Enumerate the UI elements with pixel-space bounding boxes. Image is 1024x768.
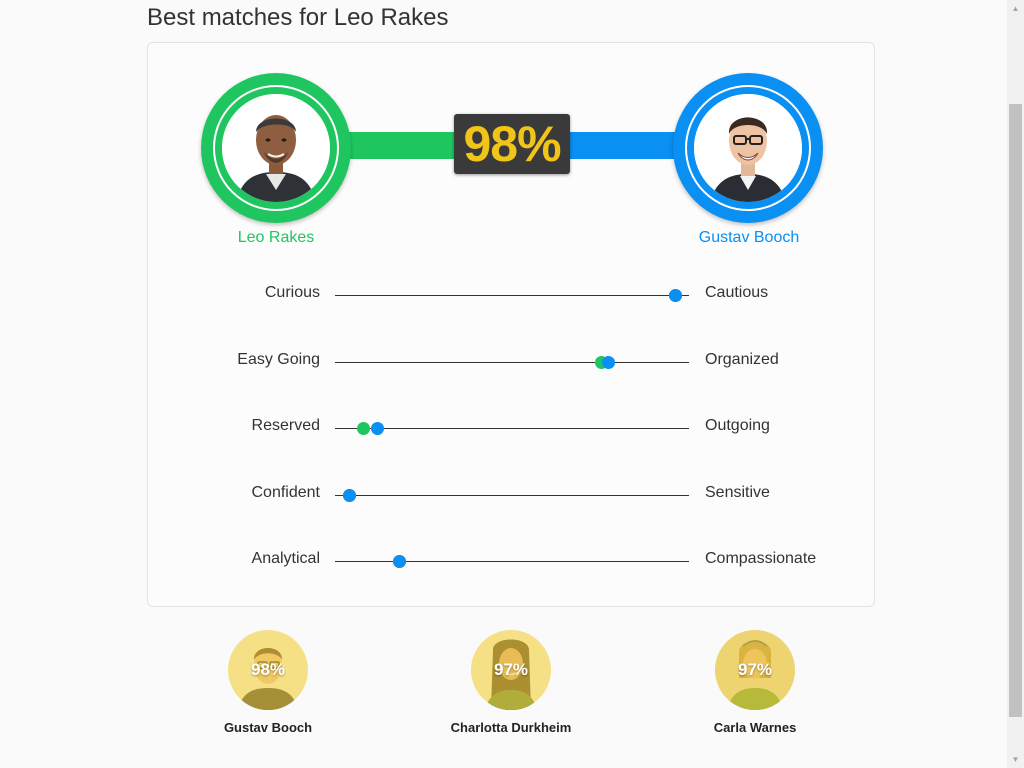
page-title: Best matches for Leo Rakes (147, 4, 449, 31)
trait-track (335, 289, 689, 302)
trait-row: Curious Cautious (0, 283, 1024, 313)
primary-trait-dot (357, 422, 371, 435)
primary-avatar[interactable] (201, 73, 351, 223)
match-list-name[interactable]: Gustav Booch (178, 720, 358, 735)
match-list-percent: 97% (493, 660, 529, 679)
trait-right-label: Organized (705, 351, 779, 368)
trait-left-label: Reserved (251, 417, 320, 434)
match-list-name[interactable]: Carla Warnes (665, 720, 845, 735)
trait-row: Reserved Outgoing (0, 416, 1024, 446)
match-list-item[interactable]: 97% Carla Warnes (665, 630, 845, 735)
match-list-item[interactable]: 97% Charlotta Durkheim (421, 630, 601, 735)
trait-right-label: Compassionate (705, 550, 817, 567)
match-name[interactable]: Gustav Booch (649, 229, 849, 247)
match-trait-dot (392, 555, 406, 568)
match-list-name[interactable]: Charlotta Durkheim (421, 720, 601, 735)
trait-right-label: Cautious (705, 284, 769, 301)
match-thumbnail[interactable]: 98% (228, 630, 308, 710)
primary-avatar-photo (222, 94, 330, 202)
trait-track (335, 555, 689, 568)
trait-row: Confident Sensitive (0, 483, 1024, 513)
match-list-percent: 97% (737, 660, 773, 679)
trait-row: Easy Going Organized (0, 350, 1024, 380)
match-list-percent: 98% (250, 660, 286, 679)
match-thumbnail[interactable]: 97% (715, 630, 795, 710)
trait-track (335, 356, 689, 369)
trait-left-label: Confident (251, 484, 321, 501)
match-avatar-photo (694, 94, 802, 202)
scrollbar-thumb[interactable] (1009, 104, 1022, 717)
triangle-down-icon[interactable]: ▼ (1007, 751, 1024, 768)
match-trait-dot (371, 422, 385, 435)
trait-row: Analytical Compassionate (0, 549, 1024, 579)
triangle-up-icon[interactable]: ▲ (1007, 0, 1024, 17)
trait-left-label: Easy Going (237, 351, 320, 368)
match-percent-badge: 98% (454, 114, 570, 174)
trait-right-label: Sensitive (705, 484, 770, 501)
trait-left-label: Curious (264, 284, 320, 301)
match-trait-dot (668, 289, 682, 302)
match-list-item[interactable]: 98% Gustav Booch (178, 630, 358, 735)
match-trait-dot (601, 356, 615, 369)
page-scrollbar[interactable]: ▲ ▼ (1007, 0, 1024, 768)
match-thumbnail[interactable]: 97% (471, 630, 551, 710)
match-trait-dot (343, 489, 357, 502)
primary-name[interactable]: Leo Rakes (176, 229, 376, 247)
match-avatar[interactable] (673, 73, 823, 223)
trait-left-label: Analytical (251, 550, 320, 567)
trait-track (335, 422, 689, 435)
trait-right-label: Outgoing (705, 417, 770, 434)
trait-track (335, 489, 689, 502)
